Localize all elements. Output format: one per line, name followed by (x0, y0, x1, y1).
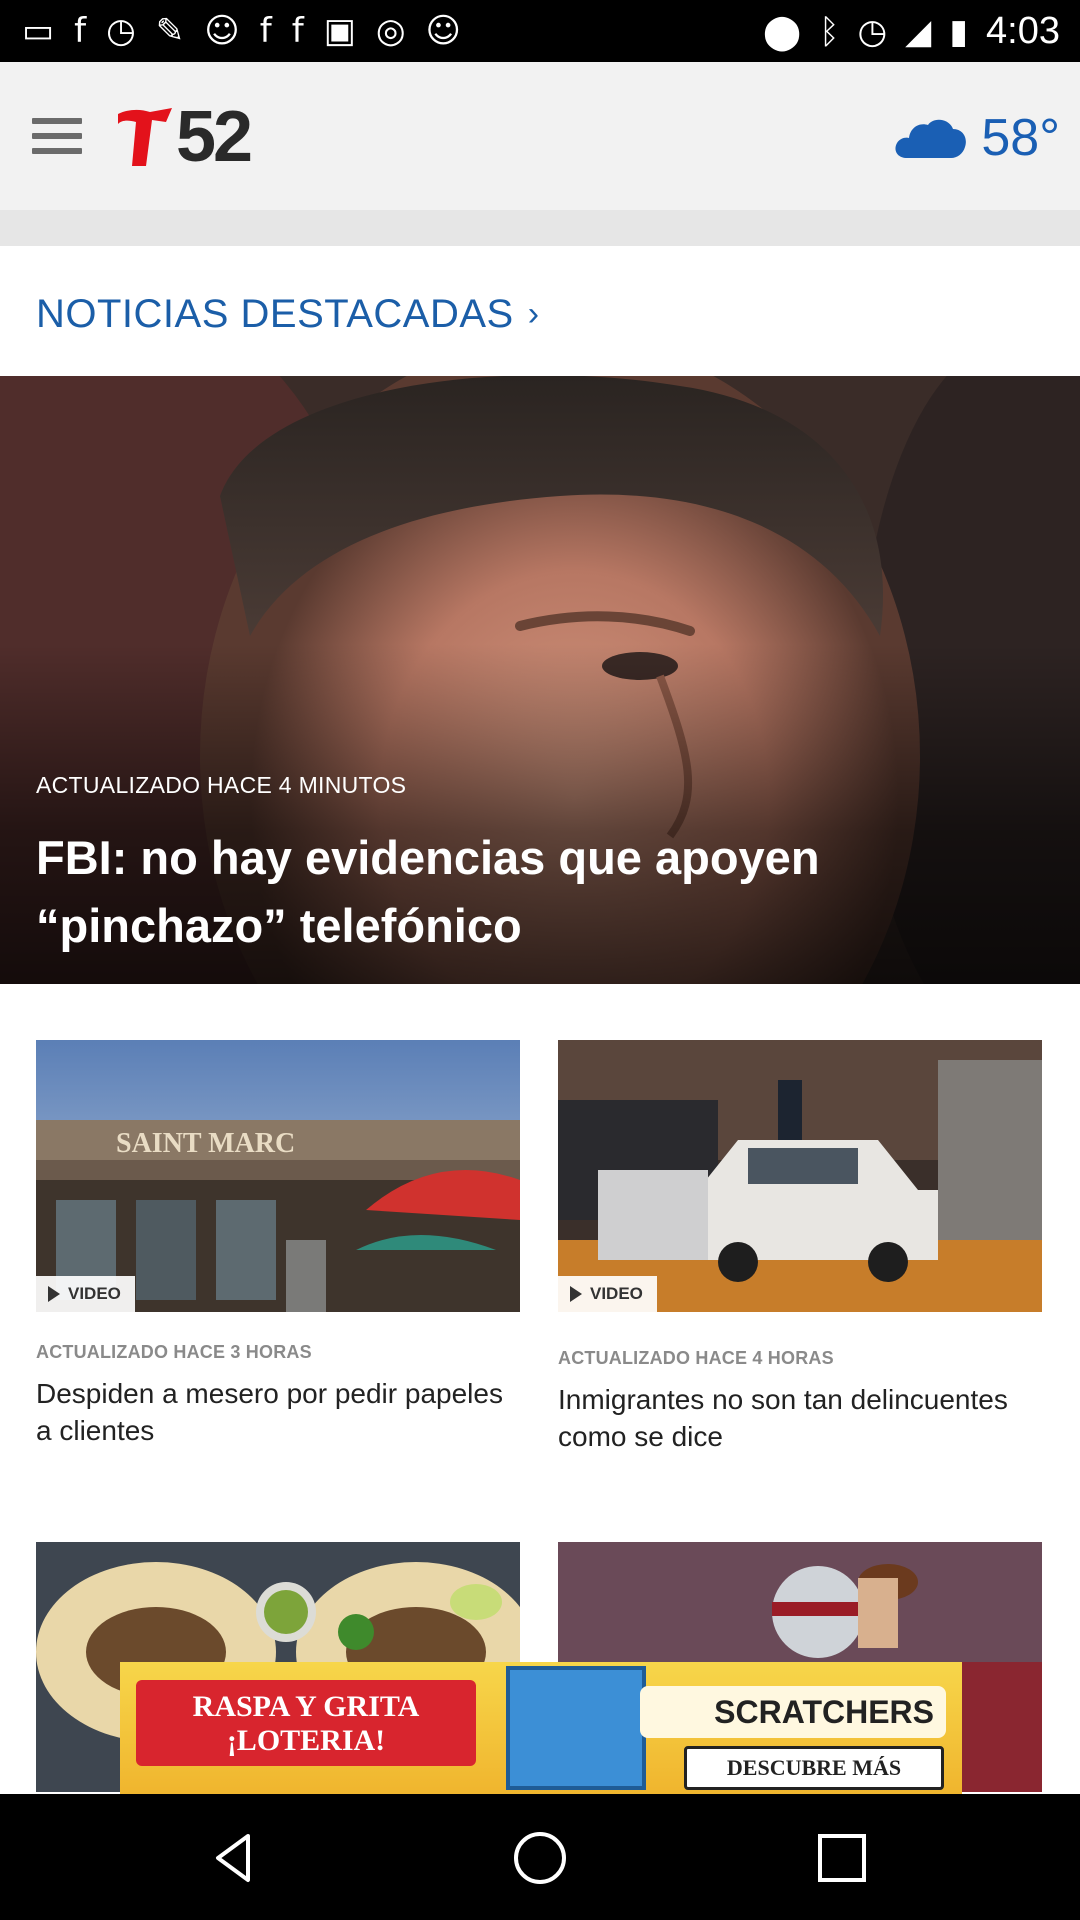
location-icon: ⬤ (763, 11, 802, 52)
hero-headline[interactable]: FBI: no hay evidencias que apoyen “pinch… (36, 824, 1036, 960)
ad-headline: RASPA Y GRITA ¡LOTERIA! (136, 1680, 476, 1766)
video-label: VIDEO (68, 1284, 121, 1303)
menu-icon[interactable] (32, 118, 82, 154)
message-icon: ▭ (22, 11, 55, 51)
bluetooth-icon: ᛒ (819, 11, 840, 52)
play-icon (570, 1286, 582, 1302)
temperature: 58° (981, 109, 1060, 167)
telemundo-t-icon (118, 108, 172, 166)
hero-story[interactable]: ACTUALIZADO HACE 4 MINUTOS FBI: no hay e… (0, 376, 1080, 984)
battery-icon: ▮ (949, 11, 969, 52)
clock: 4:03 (986, 10, 1060, 52)
divider-band (0, 210, 1080, 246)
telemundo-logo[interactable]: 52 (116, 97, 253, 177)
police-car-image (558, 1040, 1042, 1312)
timer-icon: ◷ (106, 11, 136, 51)
story-title[interactable]: Inmigrantes no son tan delincuentes como… (558, 1381, 1042, 1455)
wrench-icon: ✎ (155, 11, 185, 51)
smiley-icon: ☺ (425, 11, 461, 51)
smiley-icon: ☺ (204, 11, 240, 51)
wechat-icon: ◎ (375, 11, 406, 51)
alarm-icon: ◷ (857, 11, 888, 52)
ad-banner[interactable]: RASPA Y GRITA ¡LOTERIA! SCRATCHERS DESCU… (120, 1662, 962, 1794)
story-title[interactable]: Despiden a mesero por pedir papeles a cl… (36, 1375, 520, 1449)
home-icon[interactable] (512, 1830, 568, 1886)
signal-icon: ◢ (905, 11, 932, 52)
qt-icon: ▣ (323, 11, 356, 51)
section-header[interactable]: NOTICIAS DESTACADAS › (36, 286, 539, 342)
notification-icons: ▭ f ◷ ✎ ☺ f f ▣ ◎ ☺ (22, 12, 461, 50)
recents-icon[interactable] (814, 1830, 870, 1886)
video-label: VIDEO (590, 1284, 643, 1303)
hero-timestamp: ACTUALIZADO HACE 4 MINUTOS (36, 772, 407, 798)
story-thumbnail[interactable]: VIDEO (558, 1040, 1042, 1312)
cloud-icon (895, 119, 967, 158)
logo-number: 52 (176, 97, 253, 177)
ad-cta-button[interactable]: DESCUBRE MÁS (684, 1746, 944, 1790)
facebook-icon: f (291, 11, 304, 51)
back-icon[interactable] (208, 1830, 264, 1886)
ad-brand: SCRATCHERS (640, 1686, 946, 1738)
restaurant-image: SAINT MARC (36, 1040, 520, 1312)
story-timestamp: ACTUALIZADO HACE 3 HORAS (36, 1342, 312, 1362)
play-icon (48, 1286, 60, 1302)
chevron-right-icon: › (527, 294, 540, 333)
weather-widget[interactable]: 58° (893, 108, 1060, 168)
system-icons: ⬤ ᛒ ◷ ◢ ▮ 4:03 (763, 10, 1060, 53)
facebook-icon: f (259, 11, 272, 51)
status-bar: ▭ f ◷ ✎ ☺ f f ▣ ◎ ☺ ⬤ ᛒ ◷ ◢ ▮ 4:03 (0, 0, 1080, 62)
system-nav-bar (0, 1794, 1080, 1920)
facebook-icon: f (74, 11, 87, 51)
story-thumbnail[interactable]: SAINT MARC VIDEO (36, 1040, 520, 1312)
section-title[interactable]: NOTICIAS DESTACADAS (36, 292, 514, 337)
video-badge: VIDEO (36, 1276, 135, 1312)
story-timestamp: ACTUALIZADO HACE 4 HORAS (558, 1348, 834, 1368)
lottery-ticket-image (506, 1666, 646, 1790)
app-bar: 52 58° (0, 62, 1080, 210)
story-card[interactable]: SAINT MARC VIDEO ACTUALIZADO HACE 3 HORA… (36, 1040, 520, 1449)
story-card[interactable]: VIDEO ACTUALIZADO HACE 4 HORAS Inmigrant… (558, 1040, 1042, 1455)
restaurant-sign: SAINT MARC (116, 1128, 295, 1159)
video-badge: VIDEO (558, 1276, 657, 1312)
